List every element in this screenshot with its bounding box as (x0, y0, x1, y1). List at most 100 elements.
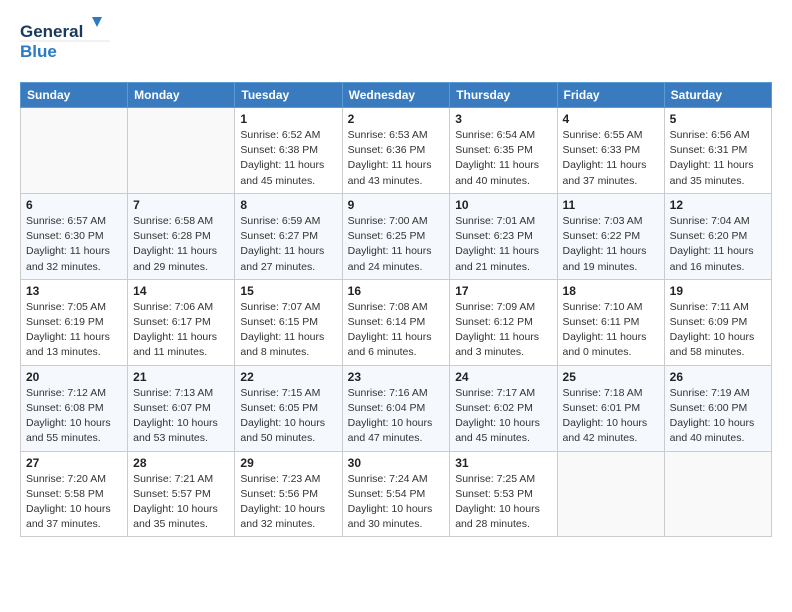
day-number: 26 (670, 370, 766, 384)
day-info: Sunrise: 6:53 AM Sunset: 6:36 PM Dayligh… (348, 128, 445, 189)
day-number: 8 (240, 198, 336, 212)
calendar-header-thursday: Thursday (450, 83, 557, 108)
calendar-cell: 27 Sunrise: 7:20 AM Sunset: 5:58 PM Dayli… (21, 451, 128, 537)
calendar-cell: 1 Sunrise: 6:52 AM Sunset: 6:38 PM Daylig… (235, 108, 342, 194)
day-info: Sunrise: 7:08 AM Sunset: 6:14 PM Dayligh… (348, 300, 445, 361)
day-number: 14 (133, 284, 229, 298)
day-number: 1 (240, 112, 336, 126)
calendar-cell: 15Sunrise: 7:07 AM Sunset: 6:15 PM Dayli… (235, 279, 342, 365)
day-number: 12 (670, 198, 766, 212)
logo-svg: General Blue (20, 15, 115, 67)
calendar-cell: 8 Sunrise: 6:59 AM Sunset: 6:27 PM Daylig… (235, 193, 342, 279)
calendar-cell: 4 Sunrise: 6:55 AM Sunset: 6:33 PM Daylig… (557, 108, 664, 194)
calendar-week-row: 27 Sunrise: 7:20 AM Sunset: 5:58 PM Dayli… (21, 451, 772, 537)
day-info: Sunrise: 6:59 AM Sunset: 6:27 PM Dayligh… (240, 214, 336, 275)
day-info: Sunrise: 7:25 AM Sunset: 5:53 PM Dayligh… (455, 472, 551, 533)
day-number: 25 (563, 370, 659, 384)
day-number: 3 (455, 112, 551, 126)
calendar-header-sunday: Sunday (21, 83, 128, 108)
day-number: 5 (670, 112, 766, 126)
day-info: Sunrise: 7:18 AM Sunset: 6:01 PM Dayligh… (563, 386, 659, 447)
calendar-cell: 3 Sunrise: 6:54 AM Sunset: 6:35 PM Daylig… (450, 108, 557, 194)
day-number: 24 (455, 370, 551, 384)
calendar-cell: 10Sunrise: 7:01 AM Sunset: 6:23 PM Dayli… (450, 193, 557, 279)
calendar-header-tuesday: Tuesday (235, 83, 342, 108)
calendar-header-friday: Friday (557, 83, 664, 108)
calendar-header-saturday: Saturday (664, 83, 771, 108)
calendar-cell: 29 Sunrise: 7:23 AM Sunset: 5:56 PM Dayli… (235, 451, 342, 537)
calendar-cell: 31 Sunrise: 7:25 AM Sunset: 5:53 PM Dayli… (450, 451, 557, 537)
day-number: 30 (348, 456, 445, 470)
calendar-cell: 7 Sunrise: 6:58 AM Sunset: 6:28 PM Daylig… (128, 193, 235, 279)
day-info: Sunrise: 6:54 AM Sunset: 6:35 PM Dayligh… (455, 128, 551, 189)
calendar-header-wednesday: Wednesday (342, 83, 450, 108)
calendar-cell: 17 Sunrise: 7:09 AM Sunset: 6:12 PM Dayli… (450, 279, 557, 365)
day-number: 2 (348, 112, 445, 126)
day-number: 18 (563, 284, 659, 298)
day-info: Sunrise: 6:56 AM Sunset: 6:31 PM Dayligh… (670, 128, 766, 189)
day-info: Sunrise: 7:24 AM Sunset: 5:54 PM Dayligh… (348, 472, 445, 533)
day-number: 29 (240, 456, 336, 470)
day-info: Sunrise: 6:55 AM Sunset: 6:33 PM Dayligh… (563, 128, 659, 189)
calendar-cell: 5 Sunrise: 6:56 AM Sunset: 6:31 PM Daylig… (664, 108, 771, 194)
calendar-cell: 9Sunrise: 7:00 AM Sunset: 6:25 PM Daylig… (342, 193, 450, 279)
calendar-week-row: 6 Sunrise: 6:57 AM Sunset: 6:30 PM Daylig… (21, 193, 772, 279)
day-info: Sunrise: 7:11 AM Sunset: 6:09 PM Dayligh… (670, 300, 766, 361)
day-number: 27 (26, 456, 122, 470)
calendar-header-row: SundayMondayTuesdayWednesdayThursdayFrid… (21, 83, 772, 108)
calendar-header-monday: Monday (128, 83, 235, 108)
calendar-cell: 21 Sunrise: 7:13 AM Sunset: 6:07 PM Dayli… (128, 365, 235, 451)
day-number: 22 (240, 370, 336, 384)
calendar-cell: 25 Sunrise: 7:18 AM Sunset: 6:01 PM Dayli… (557, 365, 664, 451)
calendar-cell: 6 Sunrise: 6:57 AM Sunset: 6:30 PM Daylig… (21, 193, 128, 279)
calendar-cell: 28 Sunrise: 7:21 AM Sunset: 5:57 PM Dayli… (128, 451, 235, 537)
day-info: Sunrise: 7:13 AM Sunset: 6:07 PM Dayligh… (133, 386, 229, 447)
calendar-cell: 13Sunrise: 7:05 AM Sunset: 6:19 PM Dayli… (21, 279, 128, 365)
day-info: Sunrise: 7:20 AM Sunset: 5:58 PM Dayligh… (26, 472, 122, 533)
calendar-cell: 22Sunrise: 7:15 AM Sunset: 6:05 PM Dayli… (235, 365, 342, 451)
day-info: Sunrise: 6:52 AM Sunset: 6:38 PM Dayligh… (240, 128, 336, 189)
day-number: 15 (240, 284, 336, 298)
day-info: Sunrise: 7:01 AM Sunset: 6:23 PM Dayligh… (455, 214, 551, 275)
calendar-table: SundayMondayTuesdayWednesdayThursdayFrid… (20, 82, 772, 537)
calendar-cell (664, 451, 771, 537)
calendar-cell: 26 Sunrise: 7:19 AM Sunset: 6:00 PM Dayli… (664, 365, 771, 451)
calendar-week-row: 13Sunrise: 7:05 AM Sunset: 6:19 PM Dayli… (21, 279, 772, 365)
calendar-cell: 23 Sunrise: 7:16 AM Sunset: 6:04 PM Dayli… (342, 365, 450, 451)
day-info: Sunrise: 7:06 AM Sunset: 6:17 PM Dayligh… (133, 300, 229, 361)
day-number: 7 (133, 198, 229, 212)
calendar-week-row: 20 Sunrise: 7:12 AM Sunset: 6:08 PM Dayli… (21, 365, 772, 451)
day-info: Sunrise: 7:05 AM Sunset: 6:19 PM Dayligh… (26, 300, 122, 361)
calendar-cell (128, 108, 235, 194)
calendar-cell (21, 108, 128, 194)
day-info: Sunrise: 7:10 AM Sunset: 6:11 PM Dayligh… (563, 300, 659, 361)
day-info: Sunrise: 7:23 AM Sunset: 5:56 PM Dayligh… (240, 472, 336, 533)
day-number: 31 (455, 456, 551, 470)
day-number: 20 (26, 370, 122, 384)
day-info: Sunrise: 7:19 AM Sunset: 6:00 PM Dayligh… (670, 386, 766, 447)
day-info: Sunrise: 7:21 AM Sunset: 5:57 PM Dayligh… (133, 472, 229, 533)
calendar-cell: 2 Sunrise: 6:53 AM Sunset: 6:36 PM Daylig… (342, 108, 450, 194)
calendar-cell: 14 Sunrise: 7:06 AM Sunset: 6:17 PM Dayli… (128, 279, 235, 365)
day-number: 21 (133, 370, 229, 384)
day-number: 4 (563, 112, 659, 126)
day-number: 28 (133, 456, 229, 470)
day-info: Sunrise: 7:04 AM Sunset: 6:20 PM Dayligh… (670, 214, 766, 275)
page: General Blue SundayMondayTuesdayWednesda… (0, 0, 792, 557)
day-number: 17 (455, 284, 551, 298)
day-info: Sunrise: 7:12 AM Sunset: 6:08 PM Dayligh… (26, 386, 122, 447)
calendar-cell: 11Sunrise: 7:03 AM Sunset: 6:22 PM Dayli… (557, 193, 664, 279)
day-number: 16 (348, 284, 445, 298)
day-number: 23 (348, 370, 445, 384)
calendar-cell (557, 451, 664, 537)
calendar-cell: 12 Sunrise: 7:04 AM Sunset: 6:20 PM Dayli… (664, 193, 771, 279)
day-info: Sunrise: 6:58 AM Sunset: 6:28 PM Dayligh… (133, 214, 229, 275)
logo: General Blue (20, 15, 115, 72)
day-number: 9 (348, 198, 445, 212)
day-info: Sunrise: 7:16 AM Sunset: 6:04 PM Dayligh… (348, 386, 445, 447)
day-info: Sunrise: 6:57 AM Sunset: 6:30 PM Dayligh… (26, 214, 122, 275)
day-info: Sunrise: 7:09 AM Sunset: 6:12 PM Dayligh… (455, 300, 551, 361)
svg-text:General: General (20, 22, 83, 41)
day-number: 6 (26, 198, 122, 212)
header: General Blue (20, 15, 772, 72)
